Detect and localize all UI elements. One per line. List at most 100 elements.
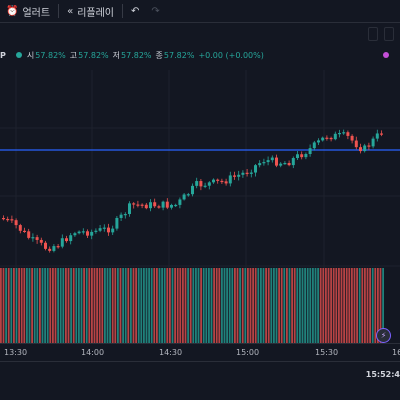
volume-bar bbox=[148, 268, 150, 343]
candle-body bbox=[18, 225, 22, 231]
candle-body bbox=[296, 154, 299, 159]
volume-bar bbox=[319, 268, 322, 343]
volume-bar bbox=[262, 268, 265, 343]
replay-button[interactable]: « 리플레이 bbox=[61, 0, 120, 22]
volume-bar bbox=[26, 268, 28, 343]
candle-body bbox=[27, 231, 31, 238]
candle-body bbox=[279, 163, 283, 166]
candle-body bbox=[249, 172, 253, 174]
volume-bar bbox=[361, 268, 364, 343]
candle-body bbox=[329, 137, 333, 140]
volume-bar bbox=[44, 268, 46, 343]
candle-body bbox=[203, 185, 207, 187]
time-label: 13:30 bbox=[4, 348, 28, 357]
volume-bar bbox=[364, 268, 366, 343]
volume-bar bbox=[62, 268, 65, 343]
volume-bar bbox=[182, 268, 184, 343]
volume-bar bbox=[88, 268, 91, 343]
volume-bar bbox=[117, 268, 119, 343]
volume-bar bbox=[291, 268, 293, 343]
candle-body bbox=[237, 174, 241, 177]
volume-bar bbox=[327, 268, 330, 343]
candle-body bbox=[39, 239, 43, 243]
volume-bar bbox=[13, 268, 15, 343]
volume-bar bbox=[91, 268, 93, 343]
alert-button[interactable]: ⏰ 얼러트 bbox=[0, 0, 56, 22]
volume-bar bbox=[343, 268, 345, 343]
candle-body bbox=[102, 227, 106, 229]
candle-body bbox=[144, 204, 148, 209]
volume-bar bbox=[270, 268, 273, 343]
volume-bar bbox=[28, 268, 31, 343]
high-value: 57.82% bbox=[78, 50, 109, 60]
panel-icon[interactable] bbox=[368, 27, 378, 41]
volume-bar bbox=[127, 268, 130, 343]
redo-button[interactable]: ↷ bbox=[145, 0, 165, 22]
candle-body bbox=[178, 199, 182, 205]
candle-body bbox=[346, 132, 350, 136]
volume-bar bbox=[286, 268, 288, 343]
volume-bar bbox=[2, 268, 5, 343]
candle-body bbox=[224, 181, 228, 184]
volume-bar bbox=[189, 268, 192, 343]
volume-bar bbox=[171, 268, 174, 343]
candle-body bbox=[35, 237, 39, 240]
volume-bar bbox=[52, 268, 54, 343]
candle-body bbox=[241, 172, 245, 175]
candle-body bbox=[2, 218, 5, 220]
volume-bar bbox=[46, 268, 49, 343]
candle-body bbox=[182, 194, 186, 200]
candle-body bbox=[128, 203, 131, 215]
candle-body bbox=[212, 179, 215, 183]
indicator-dot-icon bbox=[383, 52, 389, 58]
candle-body bbox=[270, 157, 274, 161]
volume-bar bbox=[179, 268, 182, 343]
volume-bar bbox=[280, 268, 283, 343]
volume-bar bbox=[234, 268, 236, 343]
candle-body bbox=[199, 181, 203, 187]
volume-bar bbox=[351, 268, 353, 343]
volume-bar bbox=[371, 268, 374, 343]
candle-body bbox=[98, 228, 102, 231]
time-label: 14:00 bbox=[81, 348, 105, 357]
time-label: 15:00 bbox=[236, 348, 260, 357]
volume-bar bbox=[226, 268, 228, 343]
candle-body bbox=[14, 220, 18, 226]
volume-bar bbox=[93, 268, 96, 343]
candle-body bbox=[94, 230, 98, 232]
symbol-name[interactable]: P bbox=[0, 51, 6, 60]
volume-bar bbox=[41, 268, 44, 343]
lightning-icon[interactable]: ⚡ bbox=[376, 328, 391, 343]
candle-body bbox=[153, 202, 157, 207]
volume-bar bbox=[322, 268, 325, 343]
volume-bar bbox=[306, 268, 309, 343]
candle-body bbox=[186, 194, 190, 196]
time-label: 14:30 bbox=[159, 348, 183, 357]
volume-bar bbox=[23, 268, 26, 343]
volume-bar bbox=[20, 268, 23, 343]
volume-bar bbox=[296, 268, 299, 343]
candle-body bbox=[48, 248, 52, 251]
candle-body bbox=[233, 175, 236, 177]
volume-bar bbox=[80, 268, 83, 343]
toolbar-divider bbox=[122, 4, 123, 18]
candle-body bbox=[304, 154, 308, 158]
volume-bar bbox=[135, 268, 137, 343]
volume-bar bbox=[369, 268, 371, 343]
volume-bar bbox=[174, 268, 176, 343]
volume-bar bbox=[202, 268, 205, 343]
volume-bar bbox=[338, 268, 340, 343]
volume-bar bbox=[244, 268, 247, 343]
volume-bar bbox=[104, 268, 106, 343]
volume-bar bbox=[249, 268, 252, 343]
volume-bar bbox=[283, 268, 286, 343]
panel-icon[interactable] bbox=[384, 27, 394, 41]
candle-body bbox=[165, 201, 169, 208]
candle-body bbox=[60, 238, 64, 247]
time-axis[interactable]: 13:30 14:00 14:30 15:00 15:30 16 bbox=[0, 343, 400, 362]
undo-button[interactable]: ↶ bbox=[125, 0, 145, 22]
volume-bar bbox=[85, 268, 88, 343]
volume-bar bbox=[197, 268, 200, 343]
candle-body bbox=[317, 140, 320, 143]
top-toolbar: ⏰ 얼러트 « 리플레이 ↶ ↷ bbox=[0, 0, 400, 23]
